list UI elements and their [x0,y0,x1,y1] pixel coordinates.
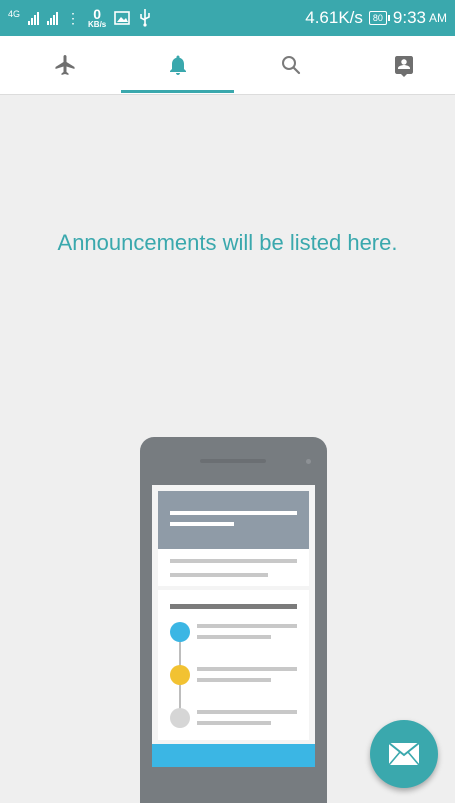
illustration-dot-blue [170,622,190,642]
selected-tab-indicator [121,90,234,93]
illustration-line [170,573,268,577]
usb-icon [140,9,151,27]
battery-icon: 80 [368,11,390,25]
illustration-card-header [158,491,309,586]
phone-illustration [140,437,327,803]
status-bar: 4G ⋮ 0 KB/s 4.61K/s 80 9:33 AM [0,0,455,36]
contact-card-icon [394,56,413,77]
status-bar-right: 4.61K/s 80 9:33 AM [305,6,447,30]
bell-icon [169,55,186,75]
tab-flights[interactable] [8,36,121,94]
network-speed: 4.61K/s [305,8,363,27]
clock-time: 9:33 [392,8,426,27]
tab-announcements[interactable] [121,36,234,94]
illustration-line [197,678,271,682]
illustration-line [197,624,297,628]
tab-contacts[interactable] [347,36,455,94]
phone-speaker [200,459,266,463]
more-notifications-icon: ⋮ [66,9,81,26]
illustration-line [197,710,297,714]
phone-screen [152,485,315,767]
illustration-line [170,522,234,526]
airplane-icon [55,55,74,75]
signal-strength-icon [28,11,40,25]
illustration-card-timeline [158,590,309,740]
illustration-line [197,667,297,671]
mail-icon [388,742,420,766]
tab-bar [0,36,455,95]
signal-strength-icon-2 [47,11,59,25]
illustration-line [170,604,297,609]
clock-ampm: AM [429,11,447,25]
illustration-card-banner [158,491,309,549]
illustration-line [197,721,271,725]
search-icon [281,56,300,75]
illustration-line [170,559,297,563]
compose-message-button[interactable] [370,720,438,788]
status-bar-left: 4G ⋮ 0 KB/s [8,6,152,30]
illustration-dot-gray [170,708,190,728]
empty-state-message: Announcements will be listed here. [57,230,398,255]
phone-camera [306,459,311,464]
image-notification-icon [114,11,131,25]
illustration-dot-yellow [170,665,190,685]
network-type: 4G [8,8,21,19]
illustration-line [170,511,297,515]
data-rate-indicator: 0 KB/s [88,5,107,29]
tab-search[interactable] [234,36,347,94]
illustration-line [197,635,271,639]
illustration-bottom-bar [152,744,315,767]
